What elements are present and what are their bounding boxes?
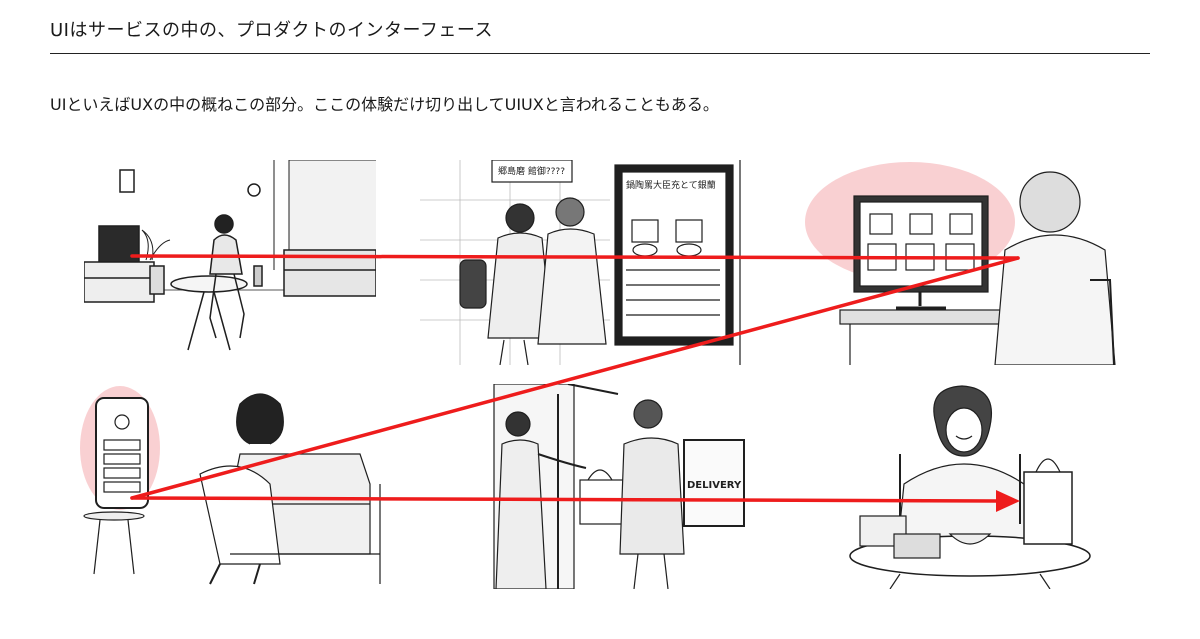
- illustration-living-room: [84, 160, 376, 365]
- page-title: UIはサービスの中の、プロダクトのインターフェース: [50, 20, 494, 41]
- delivery-bag-label: DELIVERY: [687, 480, 742, 491]
- kiosk-headline: 鍋陶罵大臣充とて銀蘭: [626, 179, 716, 191]
- illustration-delivery-handoff: DELIVERY: [488, 384, 748, 589]
- illustration-station-kiosk: 郷島磨 館御???? 鍋陶罵大臣充とて銀蘭: [420, 160, 760, 365]
- title-divider: [50, 53, 1150, 54]
- illustration-smartphone-sofa: [80, 384, 410, 589]
- page-subtitle: UIといえばUXの中の概ねこの部分。ここの体験だけ切り出してUIUXと言われるこ…: [50, 95, 719, 114]
- illustration-desktop-computer: [800, 160, 1120, 365]
- station-sign-text: 郷島磨 館御????: [498, 165, 565, 177]
- illustration-eating-meal: [840, 384, 1110, 589]
